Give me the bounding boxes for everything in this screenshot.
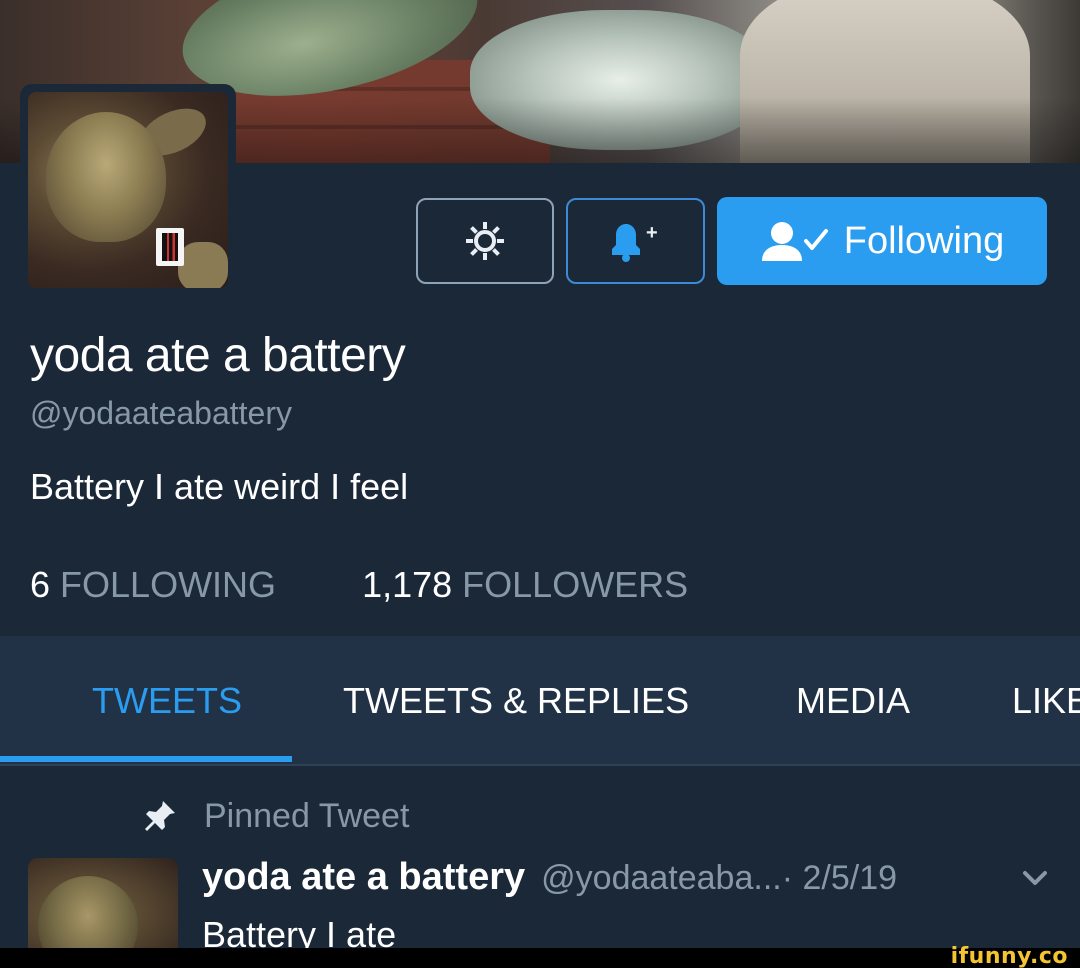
tab-tweets-and-replies[interactable]: TWEETS & REPLIES bbox=[343, 680, 689, 722]
avatar-face bbox=[46, 112, 166, 242]
settings-button[interactable] bbox=[416, 198, 554, 284]
following-button-label: Following bbox=[843, 219, 1005, 262]
gear-icon bbox=[466, 222, 504, 260]
watermark-bar bbox=[0, 948, 1080, 968]
followers-count: 1,178 bbox=[362, 564, 453, 605]
tab-tweets[interactable]: TWEETS bbox=[92, 680, 242, 722]
tweet-header: yoda ate a battery @yodaateaba... · 2/5/… bbox=[202, 856, 897, 899]
profile-stats: 6 FOLLOWING 1,178 FOLLOWERS bbox=[30, 564, 688, 606]
tweet-author-name[interactable]: yoda ate a battery bbox=[202, 856, 525, 899]
following-stat[interactable]: 6 FOLLOWING bbox=[30, 564, 276, 606]
tab-media[interactable]: MEDIA bbox=[796, 680, 910, 722]
active-tab-indicator bbox=[0, 756, 292, 762]
followers-label: FOLLOWERS bbox=[462, 564, 689, 605]
chevron-down-icon[interactable] bbox=[1020, 866, 1050, 890]
watermark-logo: ifunny.co bbox=[950, 944, 1068, 968]
user-check-icon bbox=[761, 222, 828, 261]
tweet-avatar-face bbox=[38, 876, 138, 950]
profile-bio: Battery I ate weird I feel bbox=[30, 466, 409, 507]
followers-stat[interactable]: 1,178 FOLLOWERS bbox=[362, 564, 688, 606]
profile-tabs: TWEETS TWEETS & REPLIES MEDIA LIKE bbox=[0, 636, 1080, 764]
avatar-hand bbox=[178, 242, 228, 288]
tweet-author-avatar[interactable] bbox=[28, 858, 178, 950]
tabs-divider bbox=[0, 764, 1080, 766]
following-count: 6 bbox=[30, 564, 51, 605]
profile-handle: @yodaateabattery bbox=[30, 395, 292, 431]
battery-icon bbox=[156, 228, 184, 266]
pinned-tweet-indicator: Pinned Tweet bbox=[140, 796, 409, 836]
following-button[interactable]: Following bbox=[717, 197, 1047, 285]
svg-text:+: + bbox=[646, 222, 658, 244]
tweet-text: Battery I ate bbox=[202, 914, 397, 948]
bell-plus-icon: + bbox=[611, 222, 658, 262]
pinned-tweet-label: Pinned Tweet bbox=[204, 796, 410, 835]
avatar-image bbox=[28, 92, 228, 288]
notifications-button[interactable]: + bbox=[566, 198, 705, 284]
profile-avatar[interactable] bbox=[20, 84, 236, 296]
following-label: FOLLOWING bbox=[60, 564, 277, 605]
profile-name: yoda ate a battery bbox=[30, 329, 406, 382]
tweet-date[interactable]: · 2/5/19 bbox=[782, 859, 897, 898]
pin-icon bbox=[140, 796, 180, 836]
tab-likes[interactable]: LIKE bbox=[1012, 680, 1080, 722]
tweet-author-handle[interactable]: @yodaateaba... bbox=[541, 859, 782, 898]
